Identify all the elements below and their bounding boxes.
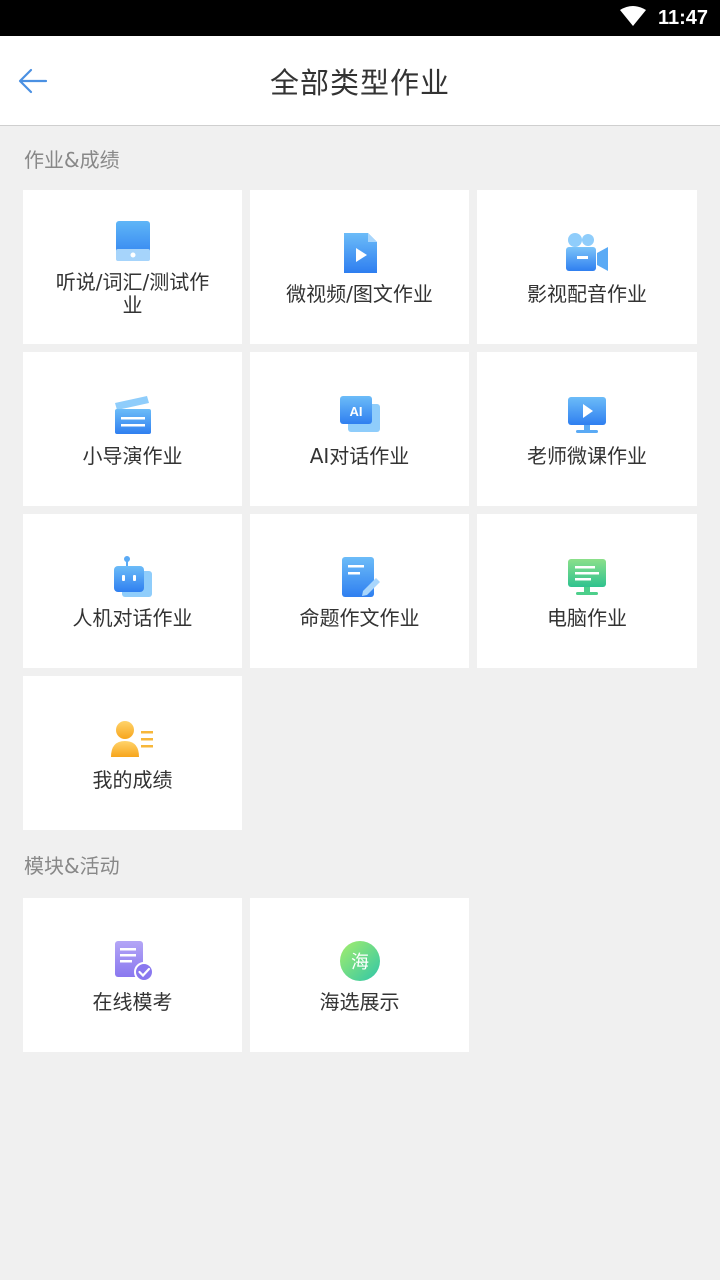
modules-grid: 在线模考 海 海选展示 bbox=[0, 898, 720, 1052]
tile-label: 小导演作业 bbox=[82, 443, 183, 468]
svg-text:AI: AI bbox=[349, 404, 362, 419]
homework-grid: 听说/词汇/测试作业 微视频/图文作业 影视配音作业 小导演作业 AI AI对话… bbox=[0, 190, 720, 830]
hai-glyph: 海 bbox=[351, 952, 369, 973]
tile-label: 微视频/图文作业 bbox=[286, 281, 433, 306]
tile-online-mock-exam[interactable]: 在线模考 bbox=[23, 898, 242, 1052]
tile-label: 影视配音作业 bbox=[527, 281, 647, 306]
tile-label: 人机对话作业 bbox=[72, 605, 193, 630]
status-bar: 11:47 bbox=[0, 0, 720, 36]
tile-little-director[interactable]: 小导演作业 bbox=[23, 352, 242, 506]
ai-chat-icon: AI bbox=[336, 391, 384, 439]
tile-film-dubbing[interactable]: 影视配音作业 bbox=[477, 190, 697, 344]
tile-teacher-microcourse[interactable]: 老师微课作业 bbox=[477, 352, 697, 506]
tile-label: 听说/词汇/测试作业 bbox=[55, 270, 210, 317]
tile-label: 在线模考 bbox=[92, 989, 173, 1014]
screen-play-icon bbox=[563, 391, 611, 439]
tile-listening-speaking[interactable]: 听说/词汇/测试作业 bbox=[23, 190, 242, 344]
clapperboard-icon bbox=[109, 391, 157, 439]
exam-check-icon bbox=[109, 937, 157, 985]
edit-document-icon bbox=[336, 553, 384, 601]
tile-essay-writing[interactable]: 命题作文作业 bbox=[250, 514, 469, 668]
computer-icon bbox=[563, 553, 611, 601]
arrow-left-icon bbox=[18, 68, 48, 94]
tile-label: AI对话作业 bbox=[309, 443, 410, 468]
robot-icon bbox=[109, 553, 157, 601]
tile-label: 我的成绩 bbox=[92, 767, 173, 792]
tile-label: 海选展示 bbox=[319, 989, 400, 1014]
tablet-icon bbox=[109, 217, 157, 265]
tile-label: 老师微课作业 bbox=[527, 443, 647, 468]
wifi-icon bbox=[619, 6, 646, 30]
tile-label: 命题作文作业 bbox=[299, 605, 420, 630]
tile-micro-video[interactable]: 微视频/图文作业 bbox=[250, 190, 469, 344]
section-title-homework: 作业&成绩 bbox=[24, 147, 120, 172]
tile-label: 电脑作业 bbox=[547, 605, 627, 630]
tile-human-machine-dialogue[interactable]: 人机对话作业 bbox=[23, 514, 242, 668]
tile-my-scores[interactable]: 我的成绩 bbox=[23, 676, 242, 830]
video-file-icon bbox=[336, 229, 384, 277]
tile-ai-dialogue[interactable]: AI AI对话作业 bbox=[250, 352, 469, 506]
user-report-icon bbox=[109, 715, 157, 763]
hai-badge-icon: 海 bbox=[336, 937, 384, 985]
back-button[interactable] bbox=[16, 64, 50, 98]
section-title-modules: 模块&活动 bbox=[24, 853, 120, 878]
tile-audition-showcase[interactable]: 海 海选展示 bbox=[250, 898, 469, 1052]
status-time: 11:47 bbox=[657, 6, 708, 29]
tile-computer-homework[interactable]: 电脑作业 bbox=[477, 514, 697, 668]
header: 全部类型作业 bbox=[0, 36, 720, 126]
video-camera-icon bbox=[563, 229, 611, 277]
page-title: 全部类型作业 bbox=[269, 65, 450, 100]
